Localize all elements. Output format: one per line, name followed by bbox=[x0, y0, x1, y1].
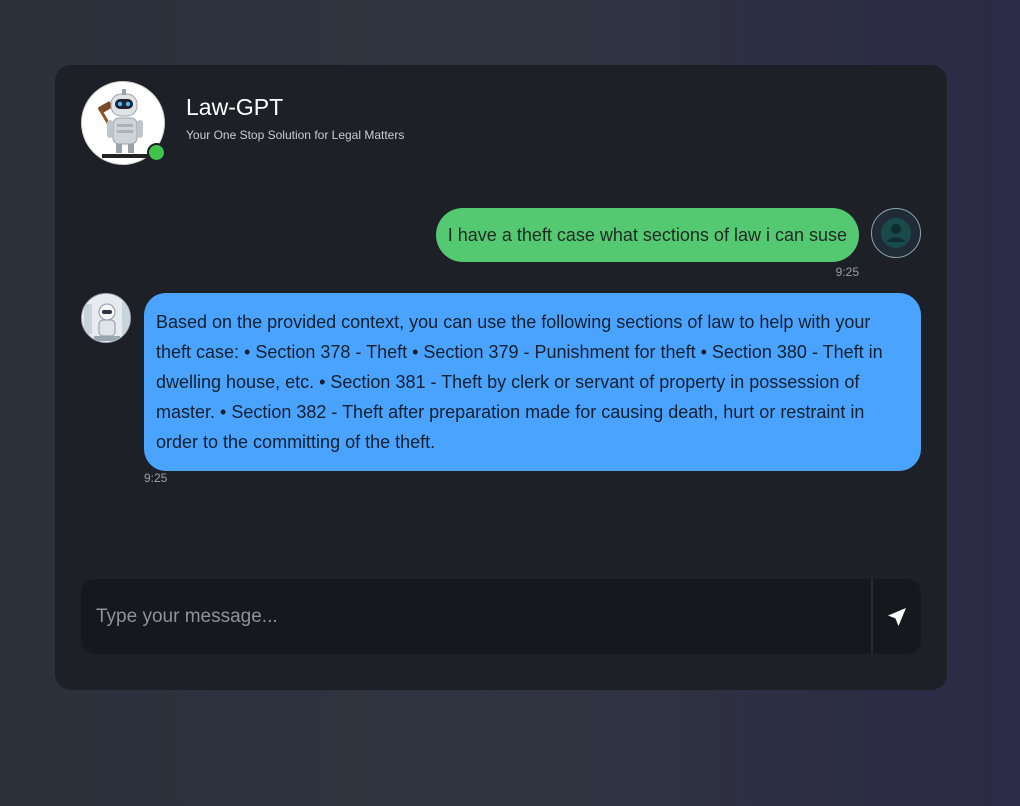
user-message-time: 9:25 bbox=[835, 265, 859, 279]
send-arrow-icon bbox=[888, 607, 906, 626]
robot-avatar bbox=[81, 293, 131, 343]
app-title: Law-GPT bbox=[186, 93, 284, 120]
chat-header: Law-GPT Your One Stop Solution for Legal… bbox=[81, 81, 404, 165]
app-subtitle: Your One Stop Solution for Legal Matters bbox=[186, 127, 405, 142]
robot-judge-logo bbox=[81, 81, 166, 165]
bot-message-time: 9:25 bbox=[144, 471, 168, 485]
message-input[interactable] bbox=[81, 579, 871, 654]
send-button[interactable] bbox=[871, 579, 921, 654]
chat-window: Law-GPT Your One Stop Solution for Legal… bbox=[55, 65, 947, 690]
online-status-dot bbox=[147, 143, 166, 162]
user-message-bubble: I have a theft case what sections of law… bbox=[435, 208, 859, 262]
user-icon bbox=[871, 208, 921, 258]
message-composer bbox=[81, 579, 921, 654]
bot-message-bubble: Based on the provided context, you can u… bbox=[144, 293, 921, 471]
